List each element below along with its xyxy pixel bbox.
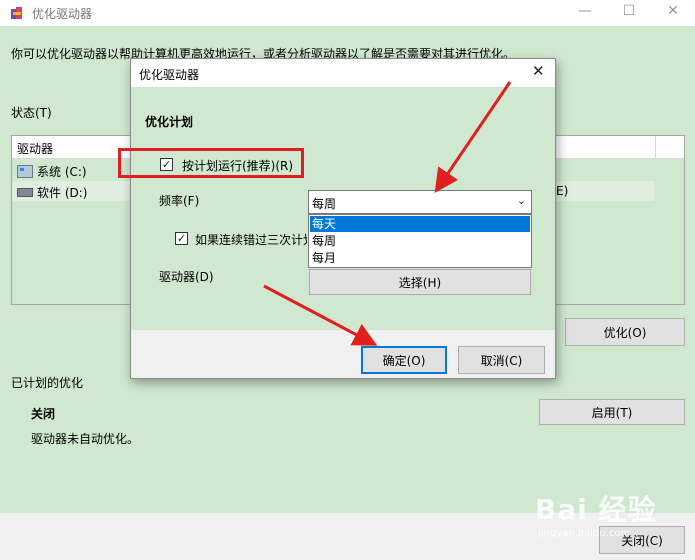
- annotation-arrows: [263, 81, 512, 346]
